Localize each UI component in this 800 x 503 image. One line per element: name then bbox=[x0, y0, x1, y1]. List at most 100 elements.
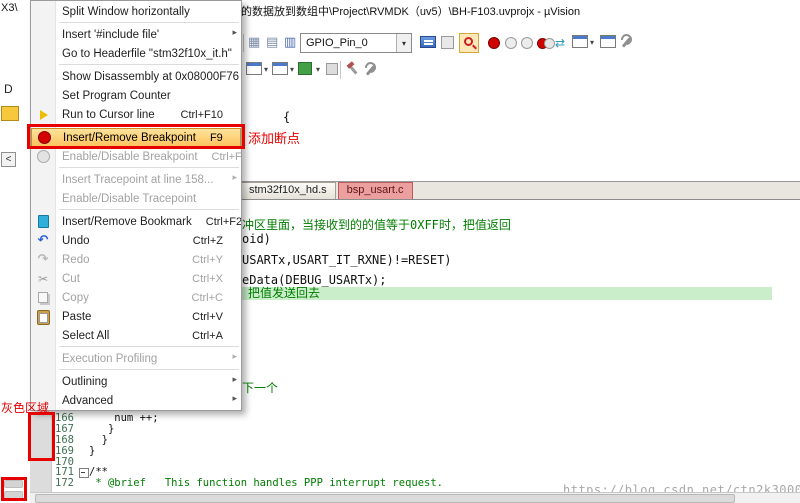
menu-item[interactable]: Redo Ctrl+Y bbox=[31, 250, 241, 269]
manage-book-icon[interactable] bbox=[420, 36, 436, 48]
menu-item-label: Execution Profiling bbox=[62, 352, 158, 365]
combo-dropdown-icon[interactable]: ▾ bbox=[396, 34, 411, 52]
scroll-left-button[interactable]: < bbox=[1, 152, 16, 167]
toolbar-separator bbox=[340, 61, 341, 79]
breakpoint-gray-icon bbox=[34, 149, 52, 165]
menu-item-icon bbox=[34, 69, 52, 85]
menu-item[interactable]: Split Window horizontally bbox=[31, 2, 241, 21]
code-line[interactable]: 167 } bbox=[52, 423, 792, 435]
insert-breakpoint-icon[interactable] bbox=[488, 37, 500, 49]
app-window: X3\ 的数据放到数组中\Project\RVMDK（uv5）\BH-F103.… bbox=[0, 0, 800, 503]
find-in-files-icon[interactable] bbox=[459, 33, 479, 53]
watch-window-caret-icon[interactable]: ▾ bbox=[290, 65, 294, 74]
code-line[interactable]: 169 } bbox=[52, 445, 792, 457]
annotation-add-breakpoint: 添加断点 bbox=[248, 131, 301, 146]
menu-item-label: Advanced bbox=[62, 394, 114, 407]
code-lines: 166 num ++; 167 } 168 } 169 } 170 171 /*… bbox=[52, 413, 792, 489]
menu-item-shortcut: Ctrl+A bbox=[192, 329, 223, 342]
watch-window-icon[interactable] bbox=[272, 62, 288, 75]
menu-item[interactable]: Set Program Counter bbox=[31, 86, 241, 105]
menu-item[interactable]: Enable/Disable Breakpoint Ctrl+F9 bbox=[31, 147, 241, 166]
fold-marker-icon[interactable] bbox=[78, 457, 89, 468]
window-rows-icon[interactable]: ▤ bbox=[266, 35, 278, 50]
magnifier-icon bbox=[464, 37, 473, 46]
menu-item-icon bbox=[34, 4, 52, 20]
menu-item[interactable]: Paste Ctrl+V bbox=[31, 307, 241, 326]
document-icon[interactable] bbox=[441, 36, 454, 49]
menu-item[interactable]: Execution Profiling bbox=[31, 349, 241, 368]
menu-item-icon bbox=[34, 328, 52, 344]
menu-item[interactable]: Run to Cursor line Ctrl+F10 bbox=[31, 105, 241, 124]
fold-marker-icon[interactable] bbox=[78, 413, 89, 424]
menu-item-label: Insert/Remove Bookmark bbox=[62, 215, 192, 228]
menu-item[interactable]: Enable/Disable Tracepoint bbox=[31, 189, 241, 208]
menu-item[interactable]: Copy Ctrl+C bbox=[31, 288, 241, 307]
highlighted-code-line[interactable]: 把值发送回去 bbox=[238, 287, 772, 300]
kill-all-breakpoints-icon[interactable] bbox=[537, 37, 555, 49]
menu-item-icon bbox=[34, 88, 52, 104]
menu-item-label: Cut bbox=[62, 272, 80, 285]
disable-all-breakpoints-icon[interactable] bbox=[521, 37, 533, 49]
submenu-arrow-icon bbox=[232, 375, 237, 385]
menu-item[interactable]: Go to Headerfile "stm32f10x_it.h" bbox=[31, 44, 241, 63]
annotation-gray-area: 灰色区域 bbox=[1, 401, 50, 415]
options-wrench-icon[interactable] bbox=[618, 34, 633, 49]
menu-item[interactable]: Undo Ctrl+Z bbox=[31, 231, 241, 250]
annotation-box-breakpoint-item bbox=[27, 124, 245, 149]
register-panel-icon[interactable] bbox=[1, 106, 19, 121]
menu-item[interactable]: Insert/Remove Bookmark Ctrl+F2 bbox=[31, 212, 241, 231]
menu-item[interactable]: Advanced bbox=[31, 391, 241, 410]
menu-item-label: Set Program Counter bbox=[62, 89, 171, 102]
bookmark-nav-icon[interactable]: ⇄ bbox=[555, 36, 565, 51]
editor-context-menu: Split Window horizontally Insert '#inclu… bbox=[30, 0, 242, 411]
fold-marker-icon[interactable] bbox=[78, 446, 89, 457]
project-window-icon[interactable] bbox=[246, 62, 262, 75]
scrollbar-thumb[interactable] bbox=[35, 494, 735, 503]
fold-marker-icon[interactable] bbox=[78, 467, 89, 479]
copy-icon bbox=[34, 290, 52, 306]
target-select-combo[interactable]: GPIO_Pin_0 ▾ bbox=[300, 33, 412, 53]
highlighted-code-text: 把值发送回去 bbox=[248, 286, 321, 300]
menu-item-label: Enable/Disable Tracepoint bbox=[62, 192, 197, 205]
memory-window-caret-icon[interactable]: ▾ bbox=[316, 65, 320, 74]
fold-marker-icon[interactable] bbox=[78, 424, 89, 435]
line-source: * @brief This function handles PPP inter… bbox=[89, 477, 444, 490]
toolbar-separator bbox=[243, 34, 244, 52]
menu-item[interactable]: Insert '#include file' bbox=[31, 25, 241, 44]
menu-item[interactable]: Show Disassembly at 0x08000F76 bbox=[31, 67, 241, 86]
submenu-arrow-icon bbox=[232, 173, 237, 183]
menu-item-label: Split Window horizontally bbox=[62, 5, 190, 18]
menu-item[interactable]: Cut Ctrl+X bbox=[31, 269, 241, 288]
menu-item[interactable]: Select All Ctrl+A bbox=[31, 326, 241, 345]
window-grid-icon[interactable]: ▦ bbox=[248, 35, 260, 50]
disable-breakpoint-icon[interactable] bbox=[505, 37, 517, 49]
project-window-caret-icon[interactable]: ▾ bbox=[264, 65, 268, 74]
tab-stm32f10x-hd-s[interactable]: stm32f10x_hd.s bbox=[240, 182, 336, 199]
horizontal-scrollbar[interactable] bbox=[30, 492, 800, 503]
menu-item[interactable]: Insert Tracepoint at line 158... bbox=[31, 170, 241, 189]
memory-window-icon[interactable] bbox=[298, 62, 312, 75]
tab-bsp-usart-c[interactable]: bsp_usart.c bbox=[337, 182, 413, 199]
settings-wrench-icon[interactable] bbox=[362, 62, 377, 77]
serial-window-icon[interactable] bbox=[326, 63, 338, 75]
debug-tools-icon[interactable] bbox=[345, 62, 360, 77]
window-layout-icon[interactable] bbox=[572, 35, 588, 48]
submenu-arrow-icon bbox=[232, 352, 237, 362]
config-icon[interactable]: ▥ bbox=[284, 35, 296, 50]
code-line[interactable]: 170 bbox=[52, 456, 792, 468]
submenu-arrow-icon bbox=[232, 28, 237, 38]
dropdown-caret-icon[interactable]: ▾ bbox=[590, 38, 594, 47]
menu-item-icon bbox=[34, 191, 52, 207]
menu-item-label: Run to Cursor line bbox=[62, 108, 155, 121]
menu-item[interactable]: Outlining bbox=[31, 372, 241, 391]
menu-item-label: Show Disassembly at 0x08000F76 bbox=[62, 70, 240, 83]
fold-marker-icon[interactable] bbox=[78, 435, 89, 446]
menu-item-icon bbox=[34, 374, 52, 390]
code-line[interactable]: 166 num ++; bbox=[52, 413, 792, 424]
code-line[interactable]: 168 } bbox=[52, 434, 792, 446]
menu-item-label: Insert Tracepoint at line 158... bbox=[62, 173, 214, 186]
fold-marker-icon[interactable] bbox=[78, 478, 89, 489]
menu-item-shortcut: Ctrl+Y bbox=[192, 253, 223, 266]
menu-item-label: Redo bbox=[62, 253, 90, 266]
window-layout2-icon[interactable] bbox=[600, 35, 616, 48]
